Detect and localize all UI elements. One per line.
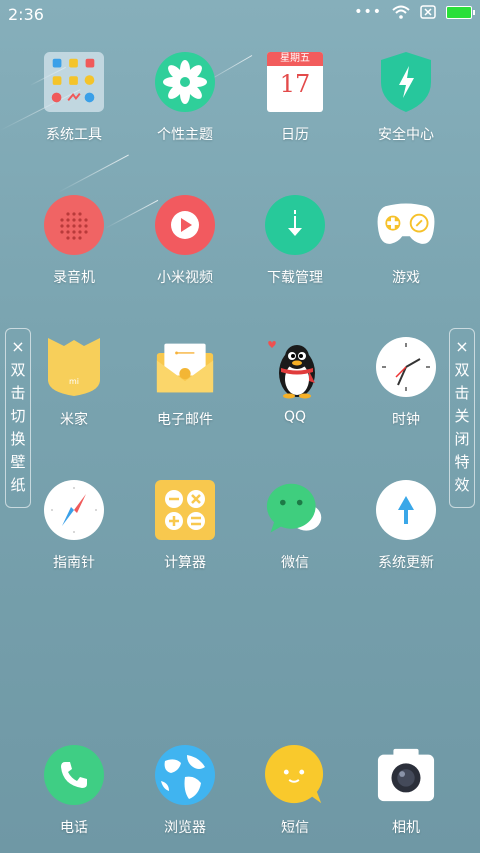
- folder-icon: [44, 52, 104, 112]
- side-text: 纸: [10, 476, 26, 494]
- penguin-icon: [265, 337, 325, 399]
- app-label: 时钟: [392, 412, 420, 428]
- compass-icon: [44, 480, 104, 540]
- app-security[interactable]: 安全中心: [351, 52, 461, 144]
- shield-icon: [376, 52, 436, 112]
- app-calculator[interactable]: 计算器: [130, 480, 240, 572]
- app-label: 指南针: [53, 555, 95, 571]
- close-icon: ×: [11, 337, 25, 356]
- app-clock[interactable]: 时钟: [351, 337, 461, 429]
- status-time: 2:36: [8, 5, 44, 24]
- play-icon: [155, 195, 215, 255]
- message-bubble-icon: [265, 745, 325, 805]
- envelope-icon: [155, 337, 215, 397]
- battery-icon: [446, 5, 475, 19]
- switch-wallpaper-button[interactable]: × 双 击 切 换 壁 纸: [5, 328, 31, 508]
- side-text: 闭: [454, 430, 470, 448]
- camera-icon: [376, 745, 436, 805]
- app-email[interactable]: 电子邮件: [130, 337, 240, 429]
- globe-icon: [155, 745, 215, 805]
- app-label: 系统更新: [378, 555, 434, 571]
- calendar-weekday: 星期五: [267, 52, 323, 66]
- app-recorder[interactable]: 录音机: [19, 195, 129, 287]
- phone-icon: [44, 745, 104, 805]
- app-label: 录音机: [53, 270, 95, 286]
- calendar-day: 17: [279, 70, 311, 98]
- app-mijia[interactable]: mi 米家: [19, 337, 129, 429]
- wallpaper-streak: [57, 154, 129, 193]
- sim-missing-icon: [420, 5, 436, 19]
- app-label: 安全中心: [378, 127, 434, 143]
- app-games[interactable]: 游戏: [351, 195, 461, 287]
- app-label: 游戏: [392, 270, 420, 286]
- status-bar: 2:36 •••: [0, 0, 480, 28]
- app-label: 小米视频: [157, 270, 213, 286]
- app-label: 电子邮件: [157, 412, 213, 428]
- app-label: 浏览器: [164, 820, 206, 836]
- app-label: 系统工具: [46, 127, 102, 143]
- recorder-icon: [44, 195, 104, 255]
- close-icon: ×: [455, 337, 469, 356]
- app-label: 计算器: [164, 555, 206, 571]
- app-system-update[interactable]: 系统更新: [351, 480, 461, 572]
- app-compass[interactable]: 指南针: [19, 480, 129, 572]
- app-downloads[interactable]: 下载管理: [240, 195, 350, 287]
- app-mi-video[interactable]: 小米视频: [130, 195, 240, 287]
- flower-icon: [155, 52, 215, 112]
- side-text: 换: [10, 430, 26, 448]
- side-text: 击: [10, 384, 26, 402]
- app-label: QQ: [283, 409, 307, 425]
- app-label: 电话: [60, 820, 88, 836]
- side-text: 效: [454, 476, 470, 494]
- dock-messages[interactable]: 短信: [240, 745, 350, 837]
- app-themes[interactable]: 个性主题: [130, 52, 240, 144]
- app-system-tools[interactable]: 系统工具: [19, 52, 129, 144]
- update-arrow-icon: [376, 480, 436, 540]
- app-label: 日历: [281, 127, 309, 143]
- calculator-icon: [155, 480, 215, 540]
- clock-icon: [376, 337, 436, 397]
- side-text: 特: [454, 453, 470, 471]
- app-label: 相机: [392, 820, 420, 836]
- side-text: 双: [454, 361, 470, 379]
- wifi-icon: [392, 5, 410, 19]
- dock-phone[interactable]: 电话: [19, 745, 129, 837]
- app-label: 短信: [281, 820, 309, 836]
- app-qq[interactable]: QQ: [240, 337, 350, 425]
- side-text: 壁: [10, 453, 26, 471]
- more-dots-icon: •••: [354, 4, 382, 20]
- app-label: 微信: [281, 555, 309, 571]
- side-text: 关: [454, 407, 470, 425]
- svg-text:mi: mi: [69, 377, 79, 386]
- download-icon: [265, 195, 325, 255]
- app-wechat[interactable]: 微信: [240, 480, 350, 572]
- dock-camera[interactable]: 相机: [351, 745, 461, 837]
- app-label: 米家: [60, 412, 88, 428]
- mijia-icon: mi: [44, 337, 104, 397]
- calendar-icon: 星期五 17: [267, 52, 323, 112]
- dock-browser[interactable]: 浏览器: [130, 745, 240, 837]
- close-effects-button[interactable]: × 双 击 关 闭 特 效: [449, 328, 475, 508]
- app-calendar[interactable]: 星期五 17 日历: [240, 52, 350, 144]
- chat-bubble-icon: [265, 480, 325, 540]
- app-label: 下载管理: [267, 270, 323, 286]
- side-text: 切: [10, 407, 26, 425]
- side-text: 击: [454, 384, 470, 402]
- side-text: 双: [10, 361, 26, 379]
- gamepad-icon: [376, 195, 436, 255]
- app-label: 个性主题: [157, 127, 213, 143]
